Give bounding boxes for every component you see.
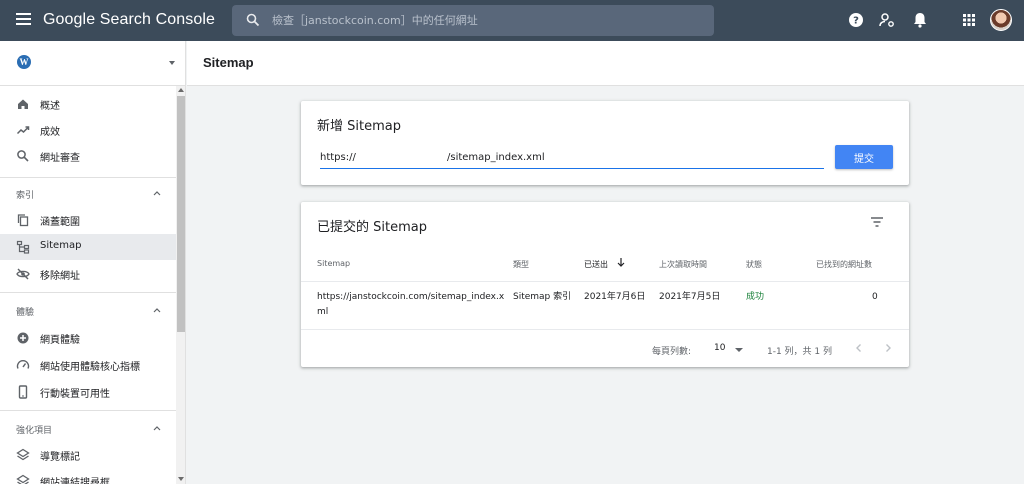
- chevron-up-icon: [153, 426, 161, 431]
- sidebar-item-removals[interactable]: 移除網址: [0, 261, 176, 287]
- pagination-range: 1-1 列，共 1 列: [767, 347, 833, 357]
- sidebar-item-label: 網址審查: [40, 153, 80, 164]
- scroll-down-arrow-icon[interactable]: [178, 477, 184, 481]
- app-bar: Google Search Console ?: [0, 0, 1024, 41]
- bell-icon[interactable]: [911, 11, 929, 29]
- column-header-submitted[interactable]: 已送出: [584, 259, 608, 270]
- sidebar-item-breadcrumbs[interactable]: 導覽標記: [0, 442, 176, 468]
- page-header: Sitemap: [187, 41, 1024, 86]
- section-title: 強化項目: [16, 426, 53, 436]
- sidebar-item-sitelinks-searchbox[interactable]: 網站連結搜尋框: [0, 468, 176, 484]
- scroll-up-arrow-icon[interactable]: [178, 88, 184, 92]
- row-divider: [301, 329, 909, 330]
- section-title: 體驗: [16, 308, 35, 318]
- app-title[interactable]: Google Search Console: [43, 11, 215, 29]
- submitted-sitemaps-card: 已提交的 Sitemap Sitemap 類型 已送出 上次讀取時間 狀態 已找…: [301, 202, 909, 367]
- apps-grid-icon[interactable]: [960, 11, 978, 29]
- last-read-cell: 2021年7月5日: [659, 292, 721, 302]
- sidebar-item-label: 移除網址: [40, 271, 80, 282]
- url-prefix: https://: [320, 152, 356, 163]
- home-icon: [18, 99, 28, 109]
- sidebar-item-label: 網站使用體驗核心指標: [40, 362, 140, 373]
- trending-up-icon: [16, 126, 30, 135]
- urls-found-cell: 0: [872, 292, 878, 302]
- section-index[interactable]: 索引: [0, 181, 176, 207]
- help-icon[interactable]: ?: [847, 11, 865, 29]
- divider: [0, 410, 176, 411]
- search-icon: [17, 150, 29, 162]
- chevron-left-icon[interactable]: [853, 342, 865, 354]
- menu-icon[interactable]: [16, 13, 31, 27]
- divider: [0, 292, 176, 293]
- sidebar-item-label: 網站連結搜尋框: [40, 478, 110, 484]
- sidebar-item-core-web-vitals[interactable]: 網站使用體驗核心指標: [0, 352, 176, 378]
- rows-per-page-label: 每頁列數:: [652, 347, 692, 357]
- avatar[interactable]: [990, 9, 1012, 31]
- sidebar-item-sitemap[interactable]: Sitemap: [0, 234, 176, 260]
- rows-per-page-select[interactable]: 10: [714, 343, 725, 353]
- sitemap-url-cell-wrap: ml: [317, 307, 329, 317]
- url-suffix: /sitemap_index.xml: [447, 152, 545, 163]
- search-box[interactable]: [232, 5, 714, 36]
- sidebar-item-label: 成效: [40, 127, 60, 138]
- wordpress-icon: W: [17, 55, 31, 69]
- caret-down-icon: [169, 61, 175, 65]
- filter-icon[interactable]: [870, 216, 884, 228]
- add-sitemap-card: 新增 Sitemap https:// /sitemap_index.xml 提…: [301, 101, 909, 185]
- sitemap-icon: [16, 240, 30, 254]
- caret-down-icon[interactable]: [735, 348, 743, 352]
- svg-text:?: ?: [853, 16, 859, 27]
- search-input[interactable]: [272, 5, 702, 36]
- add-circle-icon: [17, 332, 29, 344]
- sidebar-item-label: 導覽標記: [40, 452, 80, 463]
- chevron-up-icon: [153, 191, 161, 196]
- card-title: 新增 Sitemap: [317, 119, 401, 134]
- sidebar-item-coverage[interactable]: 涵蓋範圍: [0, 207, 176, 233]
- column-header-type[interactable]: 類型: [513, 259, 529, 270]
- sitemap-url-input[interactable]: [320, 150, 824, 169]
- submitted-cell: 2021年7月6日: [584, 292, 646, 302]
- layers-icon: [16, 474, 30, 484]
- sidebar-item-label: 網頁體驗: [40, 335, 80, 346]
- section-enhancements[interactable]: 強化項目: [0, 416, 176, 442]
- copy-icon: [17, 214, 29, 227]
- search-icon: [246, 13, 260, 27]
- scrollbar-thumb[interactable]: [177, 96, 185, 332]
- card-title: 已提交的 Sitemap: [317, 220, 427, 235]
- chevron-up-icon: [153, 308, 161, 313]
- section-title: 索引: [16, 191, 35, 201]
- chevron-right-icon[interactable]: [882, 342, 894, 354]
- row-divider: [301, 281, 909, 282]
- sidebar-item-url-inspection[interactable]: 網址審查: [0, 143, 176, 169]
- page-title: Sitemap: [203, 55, 254, 70]
- status-cell: 成功: [746, 292, 765, 302]
- submit-button[interactable]: 提交: [835, 145, 893, 169]
- layers-icon: [16, 448, 30, 461]
- speed-icon: [16, 360, 30, 369]
- sidebar-item-overview[interactable]: 概述: [0, 91, 176, 117]
- divider: [0, 177, 176, 178]
- sidebar-item-label: 行動裝置可用性: [40, 389, 110, 400]
- sidebar-item-page-experience[interactable]: 網頁體驗: [0, 325, 176, 351]
- sidebar-item-label: Sitemap: [40, 240, 82, 251]
- sitemap-url-cell: https://janstockcoin.com/sitemap_index.x: [317, 292, 505, 302]
- column-header-urls-found[interactable]: 已找到的網址數: [816, 259, 872, 270]
- property-selector[interactable]: W: [0, 41, 185, 86]
- phone-icon: [18, 385, 28, 399]
- column-header-last-read[interactable]: 上次讀取時間: [659, 259, 707, 270]
- sidebar-scrollbar[interactable]: [176, 86, 185, 484]
- sidebar-item-mobile-usability[interactable]: 行動裝置可用性: [0, 379, 176, 405]
- sidebar-item-performance[interactable]: 成效: [0, 117, 176, 143]
- column-header-status[interactable]: 狀態: [746, 259, 762, 270]
- property-name-redacted: [42, 58, 118, 70]
- arrow-down-icon[interactable]: [617, 257, 625, 267]
- sidebar-item-label: 概述: [40, 101, 60, 112]
- column-header-sitemap[interactable]: Sitemap: [317, 259, 350, 268]
- sidebar-item-label: 涵蓋範圍: [40, 217, 80, 228]
- section-experience[interactable]: 體驗: [0, 298, 176, 324]
- manage-users-icon[interactable]: [878, 11, 896, 29]
- visibility-off-icon: [16, 268, 30, 280]
- sidebar: W 概述 成效 網址審查 索引 涵蓋範圍 Sitemap 移除網址 體驗 網頁體…: [0, 41, 186, 484]
- type-cell: Sitemap 索引: [513, 292, 572, 302]
